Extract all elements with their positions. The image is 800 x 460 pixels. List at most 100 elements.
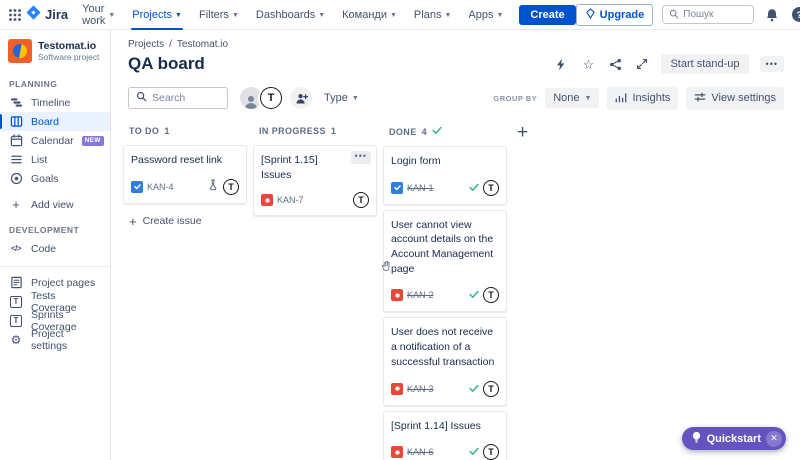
gear-icon: ⚙ bbox=[9, 334, 23, 346]
upgrade-label: Upgrade bbox=[600, 9, 645, 21]
breadcrumb-project-name[interactable]: Testomat.io bbox=[177, 39, 228, 50]
group-by-label: GROUP BY bbox=[493, 94, 537, 103]
chevron-down-icon: ▼ bbox=[318, 12, 325, 19]
breadcrumb-separator: / bbox=[169, 39, 172, 50]
sidebar-item-calendar[interactable]: Calendar NEW bbox=[0, 131, 110, 150]
sidebar-item-label: Project settings bbox=[31, 328, 101, 352]
global-search-input[interactable] bbox=[683, 9, 747, 20]
issue-card-kan-2[interactable]: User cannot view account details on the … bbox=[383, 210, 507, 313]
sidebar-item-code[interactable]: </> Code bbox=[0, 239, 110, 258]
star-favorite-icon[interactable]: ☆ bbox=[580, 56, 596, 72]
search-icon bbox=[136, 89, 147, 107]
start-standup-button[interactable]: Start stand-up bbox=[661, 54, 748, 74]
create-issue-button-todo[interactable]: + Create issue bbox=[123, 209, 247, 234]
upgrade-button[interactable]: Upgrade bbox=[576, 4, 654, 26]
sprints-coverage-icon: T bbox=[9, 315, 23, 327]
assignee-avatar[interactable]: T bbox=[483, 444, 499, 460]
sidebar-item-label: Code bbox=[31, 243, 56, 255]
sidebar-item-list[interactable]: List bbox=[0, 150, 110, 169]
nav-label: Apps bbox=[468, 9, 493, 21]
project-header[interactable]: Testomat.io Software project bbox=[0, 39, 110, 73]
sidebar-item-label: Board bbox=[31, 116, 59, 128]
page-icon bbox=[9, 276, 23, 289]
topnav-right: Upgrade ? ⚙ T bbox=[576, 4, 800, 26]
lightbulb-icon bbox=[691, 430, 702, 448]
chevron-down-icon: ▼ bbox=[444, 12, 451, 19]
add-people-button[interactable] bbox=[290, 87, 312, 109]
column-header-todo: TO DO 1 bbox=[123, 126, 247, 145]
timeline-icon bbox=[9, 96, 23, 109]
group-by-dropdown[interactable]: None ▼ bbox=[545, 88, 599, 108]
bug-type-icon bbox=[391, 383, 403, 395]
issue-key: KAN-3 bbox=[407, 384, 434, 394]
issue-card-kan-1[interactable]: Login form KAN-1 T bbox=[383, 146, 507, 205]
chevron-down-icon: ▼ bbox=[232, 12, 239, 19]
issue-title: User does not receive a notification of … bbox=[391, 325, 499, 369]
quickstart-close-button[interactable]: ✕ bbox=[766, 431, 782, 447]
nav-label: Команди bbox=[342, 9, 387, 21]
assignee-avatar[interactable]: T bbox=[483, 287, 499, 303]
test-flask-icon bbox=[208, 178, 219, 196]
sidebar-item-label: Calendar bbox=[31, 135, 74, 147]
list-icon bbox=[9, 153, 23, 166]
nav-item-filters[interactable]: Filters▼ bbox=[199, 0, 239, 30]
issue-card-kan-4[interactable]: Password reset link KAN-4 T bbox=[123, 145, 247, 204]
insights-button[interactable]: Insights bbox=[607, 87, 678, 110]
plus-icon: + bbox=[9, 198, 23, 211]
breadcrumb: Projects / Testomat.io bbox=[128, 39, 784, 50]
member-avatar-t[interactable]: T bbox=[258, 85, 284, 111]
sidebar-item-board[interactable]: Board bbox=[0, 112, 110, 131]
notifications-bell-icon[interactable] bbox=[763, 6, 781, 24]
chevron-down-icon: ▼ bbox=[352, 95, 359, 102]
chevron-down-icon: ▼ bbox=[175, 12, 182, 19]
board-search-input[interactable] bbox=[152, 92, 220, 104]
nav-item-teams[interactable]: Команди▼ bbox=[342, 0, 397, 30]
column-header-done: DONE 4 bbox=[383, 126, 507, 146]
board-more-button[interactable]: ••• bbox=[760, 56, 784, 72]
issue-card-kan-7[interactable]: ••• [Sprint 1.15] Issues KAN-7 T bbox=[253, 145, 377, 216]
sidebar-item-project-settings[interactable]: ⚙ Project settings bbox=[0, 330, 110, 349]
sidebar-item-label: Project pages bbox=[31, 277, 95, 289]
code-icon: </> bbox=[9, 244, 23, 253]
nav-item-apps[interactable]: Apps▼ bbox=[468, 0, 503, 30]
jira-logo-text: Jira bbox=[45, 7, 68, 22]
fullscreen-expand-icon[interactable] bbox=[634, 56, 650, 72]
goals-target-icon bbox=[9, 172, 23, 185]
assignee-avatar[interactable]: T bbox=[223, 179, 239, 195]
create-issue-label: Create issue bbox=[143, 215, 202, 227]
quickstart-label: Quickstart bbox=[707, 433, 761, 445]
quickstart-pill[interactable]: Quickstart ✕ bbox=[682, 427, 786, 450]
sliders-icon bbox=[694, 91, 706, 106]
issue-title: [Sprint 1.14] Issues bbox=[391, 419, 499, 434]
assignee-avatar[interactable]: T bbox=[483, 381, 499, 397]
add-column-button[interactable]: + bbox=[513, 123, 532, 142]
sidebar-item-goals[interactable]: Goals bbox=[0, 169, 110, 188]
nav-item-your-work[interactable]: Your work▼ bbox=[82, 0, 115, 30]
app-switcher-icon[interactable] bbox=[8, 5, 22, 25]
nav-item-dashboards[interactable]: Dashboards▼ bbox=[256, 0, 325, 30]
issue-card-kan-3[interactable]: User does not receive a notification of … bbox=[383, 317, 507, 405]
column-name: DONE bbox=[389, 127, 417, 137]
help-icon[interactable]: ? bbox=[790, 6, 800, 24]
issue-card-kan-6[interactable]: [Sprint 1.14] Issues KAN-6 T bbox=[383, 411, 507, 460]
automation-lightning-icon[interactable] bbox=[553, 56, 569, 72]
share-icon[interactable] bbox=[607, 56, 623, 72]
sidebar-item-timeline[interactable]: Timeline bbox=[0, 93, 110, 112]
view-settings-button[interactable]: View settings bbox=[686, 87, 784, 110]
type-filter-dropdown[interactable]: Type ▼ bbox=[324, 92, 359, 104]
issue-key: KAN-4 bbox=[147, 182, 174, 192]
column-todo: TO DO 1 Password reset link KAN-4 bbox=[123, 126, 247, 234]
card-more-button[interactable]: ••• bbox=[351, 151, 371, 164]
resolved-check-icon bbox=[469, 179, 479, 197]
jira-logo[interactable]: Jira bbox=[26, 5, 68, 25]
nav-item-projects[interactable]: Projects▼ bbox=[132, 0, 182, 30]
issue-key: KAN-1 bbox=[407, 183, 434, 193]
issue-key: KAN-6 bbox=[407, 447, 434, 457]
breadcrumb-projects[interactable]: Projects bbox=[128, 39, 164, 50]
jira-logo-icon bbox=[26, 5, 41, 25]
assignee-avatar[interactable]: T bbox=[353, 192, 369, 208]
add-view-button[interactable]: + Add view bbox=[0, 195, 110, 214]
assignee-avatar[interactable]: T bbox=[483, 180, 499, 196]
nav-item-plans[interactable]: Plans▼ bbox=[414, 0, 451, 30]
create-button[interactable]: Create bbox=[519, 5, 575, 25]
